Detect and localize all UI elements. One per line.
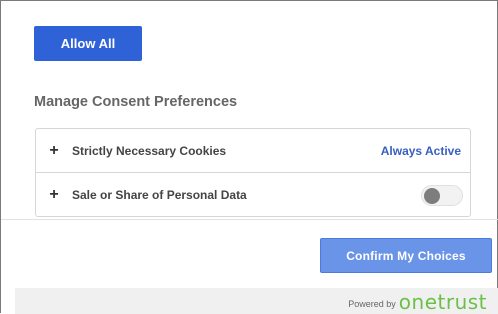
sale-share-toggle[interactable] [421, 185, 463, 206]
expand-plus-icon[interactable]: + [47, 186, 61, 204]
consent-list: + Strictly Necessary Cookies Always Acti… [35, 128, 471, 217]
toggle-knob [424, 188, 440, 204]
onetrust-logo: onetrust [398, 290, 487, 314]
expand-plus-icon[interactable]: + [47, 142, 61, 160]
consent-preferences-panel: Allow All Manage Consent Preferences + S… [0, 0, 498, 314]
confirm-my-choices-button[interactable]: Confirm My Choices [320, 238, 492, 273]
always-active-status: Always Active [380, 143, 461, 158]
consent-row-sale-share-data[interactable]: + Sale or Share of Personal Data [36, 173, 470, 217]
divider [1, 219, 498, 220]
section-title: Manage Consent Preferences [34, 94, 238, 110]
consent-row-strictly-necessary[interactable]: + Strictly Necessary Cookies Always Acti… [36, 129, 470, 173]
consent-row-label: Strictly Necessary Cookies [72, 143, 227, 158]
powered-by-text: Powered by [348, 299, 396, 309]
powered-by-link[interactable]: Powered by onetrust [348, 290, 487, 312]
allow-all-button[interactable]: Allow All [34, 26, 142, 61]
footer-bar: Powered by onetrust [15, 288, 498, 314]
consent-row-label: Sale or Share of Personal Data [72, 188, 247, 202]
